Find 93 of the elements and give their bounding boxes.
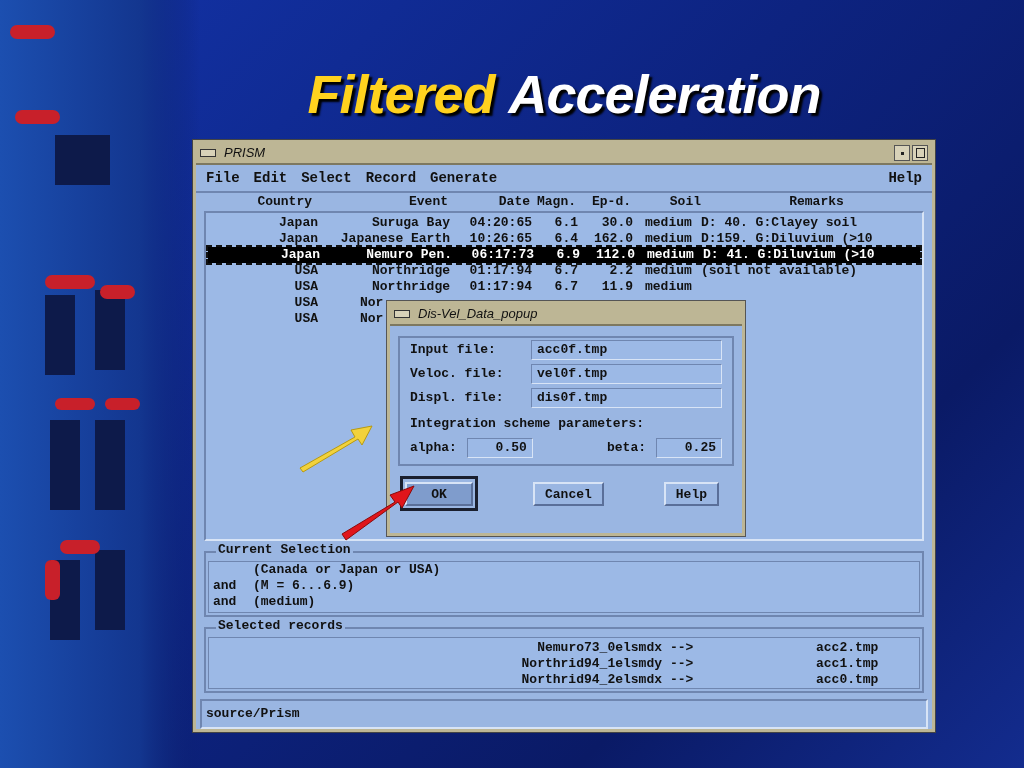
section-label: Integration scheme parameters: bbox=[410, 415, 646, 433]
status-text: source/Prism bbox=[206, 705, 300, 724]
arrow-text: --> bbox=[669, 656, 695, 672]
record-target: acc1.tmp bbox=[815, 656, 879, 672]
menu-item[interactable]: Record bbox=[365, 167, 417, 189]
table-cell-text: Nemuro Pen. bbox=[365, 248, 452, 262]
table-cell-text: Japan bbox=[280, 248, 320, 262]
field-label: beta: bbox=[607, 438, 646, 457]
input-field[interactable]: 0.50 bbox=[466, 437, 533, 458]
menu-item[interactable]: File bbox=[206, 167, 240, 189]
list-row[interactable]: USA Northridge 01:17:94 6.7 11.9 medium bbox=[206, 279, 922, 295]
table-cell-text: 112.0 bbox=[595, 248, 635, 262]
record-target: acc2.tmp bbox=[815, 640, 879, 656]
table-cell-text: 10:26:65 bbox=[468, 232, 532, 246]
field-label: Veloc. file: bbox=[410, 365, 505, 384]
table-cell-text: medium bbox=[644, 280, 693, 294]
record-target: acc0.tmp bbox=[815, 672, 879, 688]
input-field[interactable]: acc0f.tmp bbox=[531, 340, 722, 360]
table-cell-text: 11.9 bbox=[600, 280, 633, 294]
field-label: Input file: bbox=[410, 341, 497, 360]
table-cell-text: USA bbox=[293, 264, 318, 278]
table-cell-text: 04:20:65 bbox=[468, 216, 532, 230]
selection-term: (M = 6...6.9) bbox=[253, 578, 355, 594]
arrow-text: --> bbox=[669, 640, 695, 656]
table-cell-text: 6.1 bbox=[553, 216, 578, 230]
table-cell-text: 6.9 bbox=[555, 248, 580, 262]
table-cell-text: medium bbox=[644, 232, 693, 246]
window-title: PRISM bbox=[224, 144, 266, 163]
list-row[interactable]: Japan Nemuro Pen. 06:17:73 6.9 112.0 medium D: 41. G:Diluvium (>10 bbox=[208, 247, 920, 263]
table-cell-text: 01:17:94 bbox=[468, 280, 532, 294]
window-menu-icon[interactable] bbox=[394, 310, 410, 318]
column-header[interactable]: Date bbox=[448, 192, 530, 212]
column-header[interactable]: Country bbox=[204, 192, 316, 212]
record-source: Northrid94_2elsmdx bbox=[520, 672, 662, 688]
table-cell-text: Japan bbox=[278, 216, 318, 230]
table-cell-text: 6.7 bbox=[553, 280, 578, 294]
input-field[interactable]: dis0f.tmp bbox=[531, 388, 722, 408]
dialog-button[interactable]: OK bbox=[405, 482, 473, 507]
table-cell: Nor bbox=[360, 312, 384, 326]
table-cell-text: 06:17:73 bbox=[470, 248, 534, 262]
table-cell-text: D:159. G:Diluvium (>10 bbox=[700, 232, 874, 246]
menu-item[interactable]: Help bbox=[888, 167, 922, 189]
window-menu-icon[interactable] bbox=[200, 149, 216, 157]
table-cell-text: 6.4 bbox=[553, 232, 578, 246]
table-cell-text: 30.0 bbox=[600, 216, 633, 230]
minimize-button[interactable] bbox=[894, 145, 910, 161]
selection-term: (medium) bbox=[253, 594, 316, 610]
table-cell-text: USA bbox=[293, 312, 318, 326]
table-cell-text: USA bbox=[293, 296, 318, 310]
table-cell-text: D: 40. G:Clayey soil bbox=[700, 216, 859, 230]
field-label: alpha: bbox=[410, 438, 457, 457]
table-cell-text: 162.0 bbox=[593, 232, 633, 246]
column-header[interactable]: Ep-d. bbox=[576, 192, 631, 212]
record-source: Nemuro73_0elsmdx bbox=[536, 640, 662, 656]
menu-item[interactable]: Select bbox=[301, 167, 352, 189]
field-label: Displ. file: bbox=[410, 389, 505, 408]
list-row[interactable]: Japan Japanese Earth 10:26:65 6.4 162.0 medium D:159. G:Diluvium (>10 bbox=[206, 231, 922, 247]
selection-term: (Canada or Japan or USA) bbox=[253, 562, 441, 578]
table-cell-text: 01:17:94 bbox=[468, 264, 532, 278]
column-header[interactable]: Magn. bbox=[530, 192, 576, 212]
operator-text: and bbox=[213, 578, 237, 593]
operator-text: and bbox=[213, 594, 237, 609]
maximize-button[interactable] bbox=[912, 145, 928, 161]
input-field[interactable]: vel0f.tmp bbox=[531, 364, 722, 384]
dialog-button[interactable]: Cancel bbox=[533, 482, 604, 507]
table-cell-text: Northridge bbox=[371, 280, 450, 294]
column-header[interactable]: Remarks bbox=[701, 192, 932, 212]
table-cell-text: 6.7 bbox=[553, 264, 578, 278]
table-cell: Nor bbox=[360, 296, 384, 310]
table-cell-text: D: 41. G:Diluvium (>10 bbox=[702, 248, 876, 262]
window-title: Dis-Vel_Data_popup bbox=[418, 305, 538, 324]
table-cell-text: Japanese Earth bbox=[339, 232, 450, 246]
menu-item[interactable]: Generate bbox=[430, 167, 498, 189]
table-cell-text: medium bbox=[644, 264, 693, 278]
table-cell-text: 2.2 bbox=[608, 264, 633, 278]
menu-item[interactable]: Edit bbox=[253, 167, 288, 189]
input-field[interactable]: 0.25 bbox=[656, 437, 722, 458]
title-text: Acceleration bbox=[508, 63, 821, 126]
table-cell-text: Japan bbox=[278, 232, 318, 246]
dialog-button[interactable]: Help bbox=[663, 482, 719, 507]
column-header[interactable]: Soil bbox=[631, 192, 701, 212]
arrow-text: --> bbox=[669, 672, 695, 688]
list-row[interactable]: USA Northridge 01:17:94 6.7 2.2 medium (soil not available) bbox=[206, 263, 922, 279]
table-cell-text: (soil not available) bbox=[700, 264, 859, 278]
table-cell-text: USA bbox=[293, 280, 318, 294]
table-cell-text: Suruga Bay bbox=[371, 216, 450, 230]
column-header[interactable]: Event bbox=[316, 192, 448, 212]
record-source: Northrid94_1elsmdy bbox=[520, 656, 662, 672]
table-cell-text: Northridge bbox=[371, 264, 450, 278]
table-cell-text: medium bbox=[646, 248, 695, 262]
title-highlight: Filtered bbox=[307, 63, 495, 126]
list-row[interactable]: Japan Suruga Bay 04:20:65 6.1 30.0 medium D: 40. G:Clayey soil bbox=[206, 215, 922, 231]
table-cell-text: medium bbox=[644, 216, 693, 230]
